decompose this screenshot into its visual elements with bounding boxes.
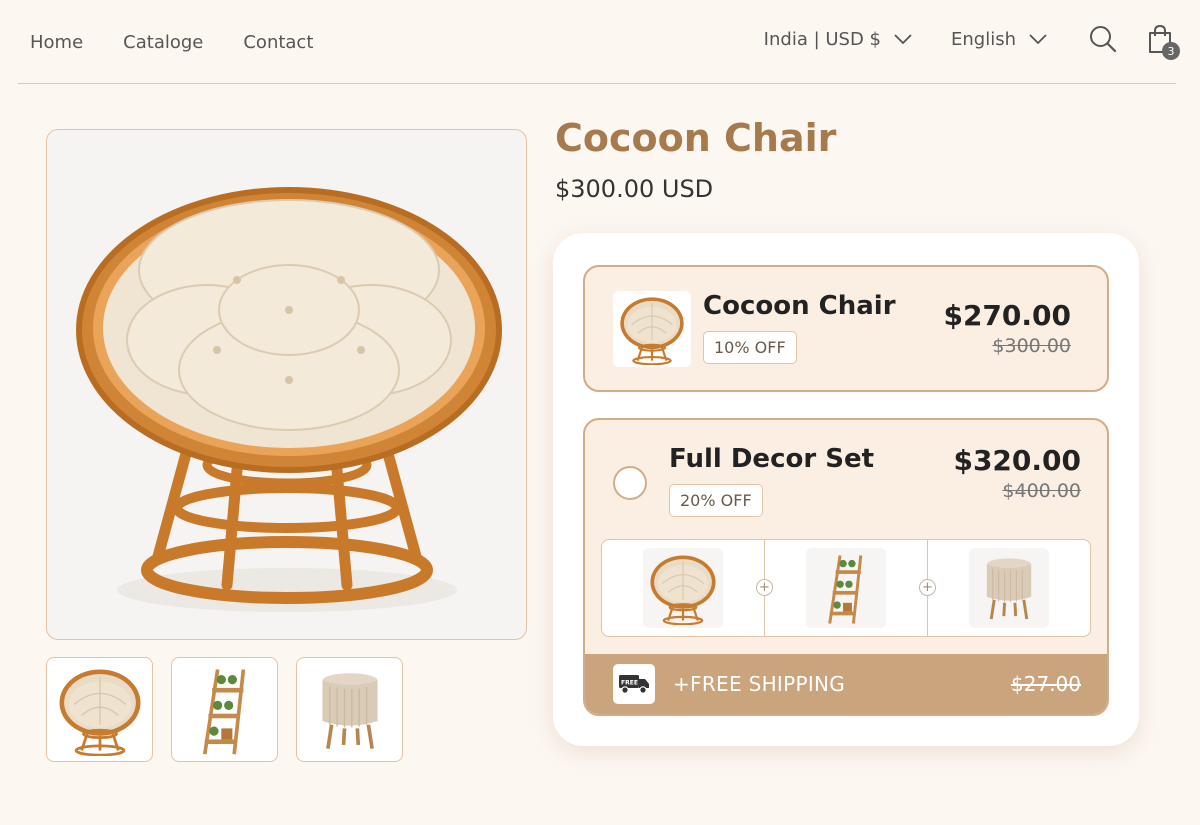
nav-link-home[interactable]: Home (30, 32, 83, 53)
option-name: Cocoon Chair (703, 291, 896, 321)
option-original-price: $400.00 (1002, 480, 1081, 502)
discount-badge: 20% OFF (669, 484, 763, 517)
truck-label: FREE (621, 680, 638, 687)
cart-count-badge: 3 (1162, 42, 1180, 60)
search-icon (1090, 26, 1117, 53)
nav-link-catalog[interactable]: Cataloge (123, 32, 203, 53)
chevron-down-icon (1028, 29, 1048, 50)
option-product-image (613, 291, 691, 367)
thumbnail-chair[interactable] (46, 657, 153, 762)
site-header: Home Cataloge Contact India | USD $ Engl… (18, 0, 1180, 84)
chair-image (646, 551, 720, 625)
bundle-item: + (602, 540, 773, 636)
plus-icon: + (756, 579, 773, 596)
region-currency-selector[interactable]: India | USD $ (764, 29, 913, 50)
discount-badge: 10% OFF (703, 331, 797, 364)
option-price: $320.00 (953, 444, 1081, 477)
thumbnail-shelf[interactable] (171, 657, 278, 762)
product-price: $300.00 USD (555, 175, 714, 203)
chevron-down-icon (893, 29, 913, 50)
bundle-item-shelf[interactable] (806, 548, 886, 628)
product-title: Cocoon Chair (555, 116, 837, 160)
language-selector[interactable]: English (951, 29, 1048, 50)
header-actions: India | USD $ English 3 (764, 24, 1180, 60)
bundle-option-full-set[interactable]: Full Decor Set 20% OFF $320.00 $400.00 +… (583, 418, 1109, 716)
bundle-items-row: + + (601, 539, 1091, 637)
search-button[interactable] (1088, 24, 1118, 54)
ottoman-thumbnail-image (304, 664, 396, 756)
chair-image (616, 293, 688, 365)
cocoon-chair-photo (76, 187, 502, 612)
option-name: Full Decor Set (669, 444, 875, 474)
main-product-image[interactable] (46, 129, 527, 640)
bundle-item-chair[interactable] (643, 548, 723, 628)
shelf-image (809, 551, 883, 625)
ottoman-image (972, 551, 1046, 625)
bundle-item (928, 540, 1090, 636)
free-shipping-bar: FREE +FREE SHIPPING $27.00 (585, 654, 1107, 714)
chair-thumbnail-image (54, 664, 146, 756)
region-currency-label: India | USD $ (763, 28, 881, 50)
shelf-thumbnail-image (179, 664, 271, 756)
bundle-item: + (765, 540, 936, 636)
bundle-option-single[interactable]: Cocoon Chair 10% OFF $270.00 $300.00 (583, 265, 1109, 392)
language-label: English (951, 28, 1016, 50)
option-price: $270.00 (943, 299, 1071, 332)
option-original-price: $300.00 (992, 335, 1071, 357)
thumbnail-strip (46, 657, 421, 762)
shipping-original-price: $27.00 (1011, 672, 1081, 696)
truck-icon: FREE (613, 664, 655, 704)
thumbnail-ottoman[interactable] (296, 657, 403, 762)
cart-button[interactable]: 3 (1146, 24, 1180, 60)
bundle-item-ottoman[interactable] (969, 548, 1049, 628)
bundle-offer-card: Cocoon Chair 10% OFF $270.00 $300.00 Ful… (553, 233, 1139, 746)
plus-icon: + (919, 579, 936, 596)
main-nav: Home Cataloge Contact (30, 32, 353, 53)
option-radio[interactable] (613, 466, 647, 500)
nav-link-contact[interactable]: Contact (243, 32, 313, 53)
shipping-label: +FREE SHIPPING (673, 672, 846, 696)
